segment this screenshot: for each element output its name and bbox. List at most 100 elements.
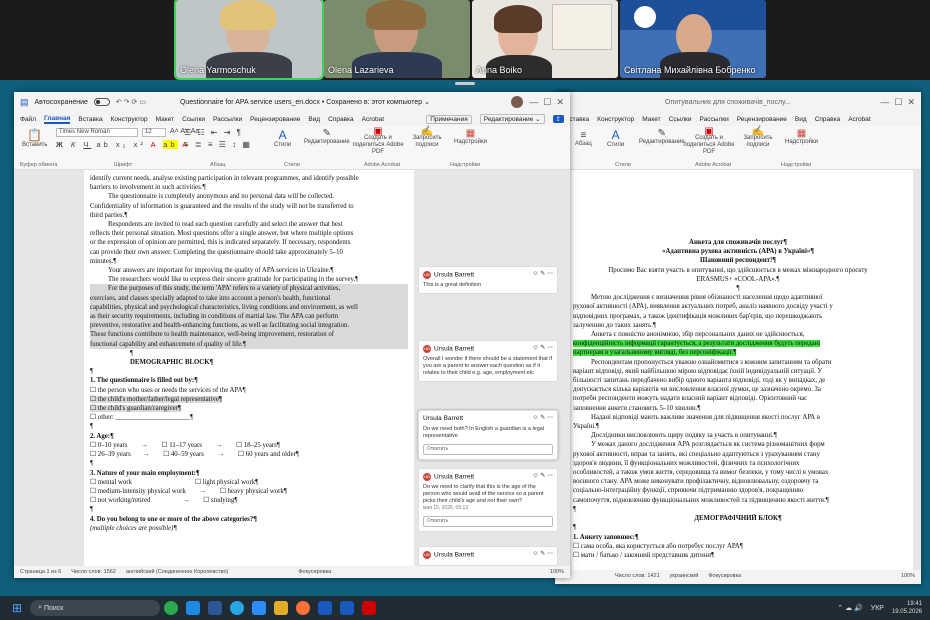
window-controls[interactable]: — ☐ ✕ [880, 97, 915, 108]
document-page[interactable]: identify current needs, analyse existing… [84, 170, 414, 566]
alignment-buttons[interactable]: ≡ ≣ ≡ ☰ ↕ ▦ [184, 140, 252, 149]
tab-insert[interactable]: Вставка [78, 116, 102, 123]
share-button[interactable]: ⇪ [552, 115, 564, 123]
comment-card[interactable]: UB Ursula Barrett ☺ ✎ ⋯ Overall I wonder i… [418, 340, 558, 383]
comment-card[interactable]: UB Ursula Barrett ☺ ✎ ⋯ Do we need to clar… [418, 468, 558, 533]
tab-layout[interactable]: Макет [156, 116, 174, 123]
doc-option[interactable]: ☐ the person who uses or needs the servi… [90, 386, 408, 395]
tab[interactable]: Acrobat [848, 116, 870, 123]
telegram-icon[interactable] [230, 601, 245, 615]
whatsapp-icon[interactable] [164, 601, 179, 615]
paragraph-button[interactable]: ≡ Абзац [575, 130, 592, 147]
request-sign-button[interactable]: ✍ Запросить подписи [410, 127, 444, 149]
focus-mode[interactable]: Фокусировка [708, 573, 741, 579]
clock[interactable]: 19:41 19.05.2026 [892, 600, 922, 616]
doc-line: identify current needs, analyse existing… [90, 175, 359, 182]
acrobat-icon[interactable] [362, 601, 377, 615]
focus-mode[interactable]: Фокусировка [298, 569, 331, 575]
tab[interactable]: Рассылки [700, 116, 729, 123]
request-sign-button[interactable]: ✍ Запросить подписи [741, 127, 775, 149]
tab-help[interactable]: Справка [328, 116, 354, 123]
start-icon[interactable]: ⊞ [12, 601, 22, 615]
tab-acrobat[interactable]: Acrobat [362, 116, 384, 123]
window-controls[interactable]: — ☐ ✕ [529, 97, 564, 108]
comments-button[interactable]: Примечания [426, 114, 472, 124]
avatar: UB [423, 551, 431, 559]
word-icon[interactable] [340, 601, 355, 615]
tab[interactable]: Ссылки [669, 116, 692, 123]
tab-mailings[interactable]: Рассылки [213, 116, 242, 123]
autosave-toggle[interactable] [93, 98, 110, 106]
search-box[interactable]: ⌕ Поиск [30, 600, 161, 616]
doc-option[interactable]: ☐ other: ______________________¶ [90, 413, 408, 422]
comment-card[interactable]: UB Ursula Barrett ☺ ✎ ⋯ This is a great de… [418, 266, 558, 295]
avatar[interactable] [511, 96, 524, 108]
participant-tile[interactable]: Olena Lazarieva [324, 0, 470, 78]
document-title[interactable]: Questionnaire for APA service users_en.d… [180, 98, 430, 106]
addins-button[interactable]: ▦ Надстройки [454, 128, 487, 145]
reply-input[interactable]: Ответить [423, 516, 553, 528]
word-icon[interactable] [318, 601, 333, 615]
strip-drag-handle[interactable] [455, 82, 475, 85]
styles-button[interactable]: A Стили [607, 128, 624, 148]
doc-option[interactable]: ☐ medium-intensity physical work → ☐ hea… [90, 487, 408, 496]
paste-button[interactable]: 📋 Вставить [22, 128, 47, 148]
system-tray[interactable]: ⌃ ☁ 🔊 [837, 604, 862, 612]
paragraph-buttons[interactable]: ☰ ☷ ⇤ ⇥ ¶ [184, 128, 243, 137]
app-icon[interactable] [186, 601, 201, 615]
tab[interactable]: Макет [642, 116, 660, 123]
page-indicator[interactable]: Страница 1 из 6 [20, 569, 61, 575]
tab-home[interactable]: Главная [43, 115, 71, 124]
doc-option[interactable]: ☐ сама особа, яка користується або потре… [573, 542, 903, 551]
create-pdf-button[interactable]: ▣ Создать и поделиться Adobe PDF [352, 127, 404, 156]
doc-option[interactable]: ☐ 0–10 years → ☐ 11–17 years → ☐ 18–25 y… [90, 441, 408, 450]
language-indicator[interactable]: УКР [871, 605, 884, 612]
zoom-icon[interactable] [252, 601, 267, 615]
reply-input[interactable]: Ответить [423, 444, 553, 455]
document-area[interactable]: Анкета для споживачів послуг¶ «Адаптивна… [555, 170, 921, 570]
word-count[interactable]: Число слов: 1562 [71, 569, 116, 575]
addins-button[interactable]: ▦ Надстройки [785, 128, 818, 145]
tab-references[interactable]: Ссылки [182, 116, 205, 123]
word-count[interactable]: Число слов: 1421 [615, 573, 660, 579]
comment-card[interactable]: UB Ursula Barrett ☺ ✎ ⋯ [418, 546, 558, 566]
document-page[interactable]: Анкета для споживачів послуг¶ «Адаптивна… [563, 170, 913, 570]
zoom-level[interactable]: 100% [550, 569, 564, 575]
doc-option[interactable]: ☐ 26–39 years → ☐ 40–59 years → ☐ 60 yea… [90, 450, 408, 459]
styles-button[interactable]: A Стили [274, 128, 291, 148]
file-explorer-icon[interactable] [274, 601, 289, 615]
doc-option[interactable]: ☐ not working/retired → ☐ studying¶ [90, 496, 408, 505]
doc-line: Надані відповіді мають важливе значення … [591, 413, 820, 421]
language[interactable]: украинский [670, 573, 699, 579]
tab-file[interactable]: Файл [20, 116, 36, 123]
tab[interactable]: Конструктор [597, 116, 634, 123]
tab-review[interactable]: Рецензирование [250, 116, 300, 123]
editing-mode-button[interactable]: Редактирование ⌄ [479, 114, 545, 124]
firefox-icon[interactable] [296, 601, 311, 615]
font-format-buttons[interactable]: Ж К Ч ab x₂ x² A ab A [56, 140, 190, 149]
font-size-select[interactable]: 12 [142, 128, 166, 137]
tab[interactable]: Справка [815, 116, 841, 123]
group-label: Стили [615, 162, 631, 168]
document-area[interactable]: identify current needs, analyse existing… [14, 170, 570, 566]
doc-option[interactable]: ☐ мати / батько / законний представник д… [573, 551, 903, 560]
doc-option[interactable]: ☐ the child's guardian/caregiver¶ [90, 405, 181, 413]
participant-tile[interactable]: Olena Yarmoschuk [174, 0, 324, 80]
tab-view[interactable]: Вид [308, 116, 320, 123]
comment-card[interactable]: Ursula Barrett ☺ ✎ ⋯ Do we need both? In … [418, 410, 558, 460]
tab[interactable]: Вид [795, 116, 807, 123]
undo-icon[interactable]: ↶ ↷ ⟳ ▭ [116, 98, 146, 106]
outlook-icon[interactable] [208, 601, 223, 615]
participant-tile[interactable]: Світлана Михайлівна Бобренко [620, 0, 766, 78]
doc-option[interactable]: ☐ mental work ☐ light physical work¶ [90, 478, 408, 487]
zoom-level[interactable]: 100% [901, 573, 915, 579]
create-pdf-button[interactable]: ▣ Создать и поделиться Adobe PDF [683, 127, 735, 156]
language[interactable]: английский (Соединенное Королевство) [126, 569, 228, 575]
participant-tile[interactable]: Anna Boiko [472, 0, 618, 78]
doc-option[interactable]: ☐ the child's mother/father/legal repres… [90, 395, 222, 403]
editing-button[interactable]: ✎ Редактирование [639, 128, 685, 145]
font-name-select[interactable]: Times New Roman [56, 128, 138, 137]
tab-design[interactable]: Конструктор [111, 116, 148, 123]
editing-button[interactable]: ✎ Редактирование [304, 128, 350, 145]
tab[interactable]: Рецензирование [737, 116, 787, 123]
